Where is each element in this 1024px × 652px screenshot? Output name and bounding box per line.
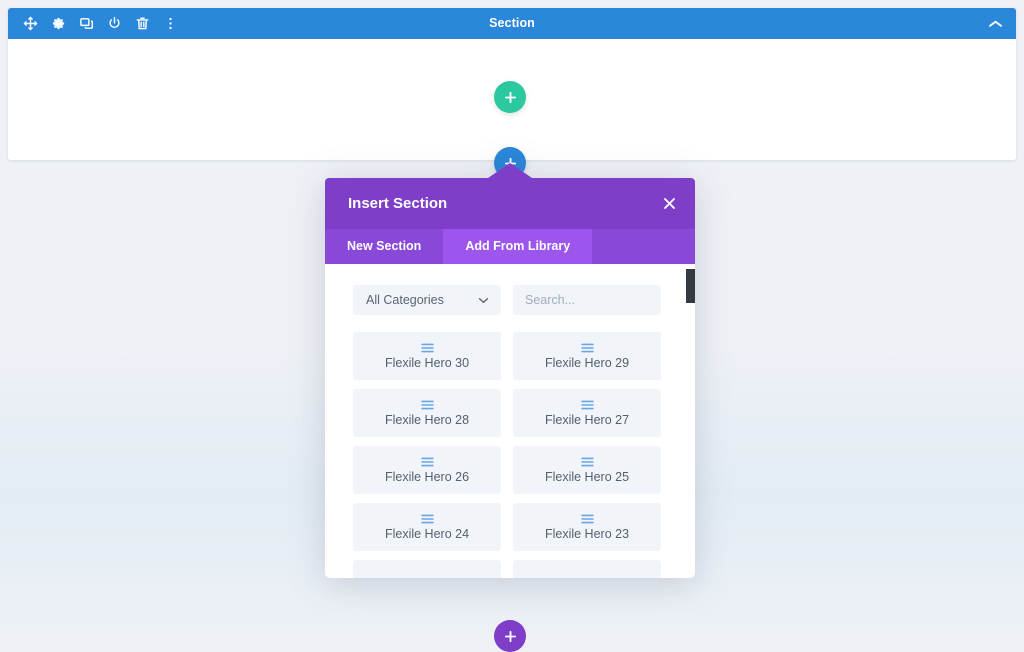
library-item[interactable]: Flexile Hero 24: [353, 503, 501, 551]
layout-lines-icon: [420, 514, 434, 524]
library-item[interactable]: Flexile Hero 30: [353, 332, 501, 380]
modal-body: All Categories Flexil: [325, 264, 695, 578]
layout-lines-icon: [580, 400, 594, 410]
insert-section-modal: Insert Section New Section Add From Libr…: [325, 163, 695, 578]
library-item[interactable]: Flexile Hero 25: [513, 446, 661, 494]
library-item-label: Flexile Hero 29: [544, 355, 630, 370]
library-item-label: Flexile Hero 23: [544, 526, 630, 541]
library-item[interactable]: [353, 560, 501, 578]
search-input[interactable]: [513, 285, 661, 315]
category-select-value: All Categories: [366, 293, 444, 307]
layout-lines-icon: [580, 457, 594, 467]
add-section-button-bottom[interactable]: [494, 620, 526, 652]
library-item[interactable]: Flexile Hero 27: [513, 389, 661, 437]
library-item[interactable]: Flexile Hero 29: [513, 332, 661, 380]
library-item-label: Flexile Hero 25: [544, 469, 630, 484]
close-icon[interactable]: [662, 178, 677, 229]
layout-lines-icon: [580, 514, 594, 524]
layout-lines-icon: [420, 400, 434, 410]
library-filter-bar: All Categories: [325, 264, 695, 315]
library-item-label: Flexile Hero 26: [384, 469, 470, 484]
tab-new-section[interactable]: New Section: [325, 229, 443, 264]
scrollbar-thumb[interactable]: [686, 269, 695, 303]
modal-tab-bar: New Section Add From Library: [325, 229, 695, 264]
tab-add-from-library[interactable]: Add From Library: [443, 229, 593, 264]
layout-lines-icon: [420, 343, 434, 353]
library-item-grid: Flexile Hero 30 Flexile Hero 29 Flexile …: [325, 315, 695, 578]
layout-lines-icon: [580, 343, 594, 353]
modal-pointer-triangle: [488, 163, 532, 178]
modal-header: Insert Section: [325, 178, 695, 229]
modal-scroll-area: All Categories Flexil: [325, 264, 695, 578]
library-item-label: Flexile Hero 30: [384, 355, 470, 370]
library-item-label: Flexile Hero 24: [384, 526, 470, 541]
library-item[interactable]: Flexile Hero 28: [353, 389, 501, 437]
section-toolbar: Section: [8, 8, 1016, 39]
library-item[interactable]: Flexile Hero 26: [353, 446, 501, 494]
add-row-button[interactable]: [494, 81, 526, 113]
layout-lines-icon: [420, 457, 434, 467]
chevron-up-icon[interactable]: [988, 8, 1003, 39]
chevron-down-icon: [478, 293, 489, 307]
modal-title: Insert Section: [348, 195, 448, 212]
library-item[interactable]: Flexile Hero 23: [513, 503, 661, 551]
section-title: Section: [489, 16, 535, 30]
category-select[interactable]: All Categories: [353, 285, 501, 315]
library-item[interactable]: [513, 560, 661, 578]
library-item-label: Flexile Hero 27: [544, 412, 630, 427]
library-item-label: Flexile Hero 28: [384, 412, 470, 427]
vertical-scrollbar[interactable]: [686, 264, 695, 578]
